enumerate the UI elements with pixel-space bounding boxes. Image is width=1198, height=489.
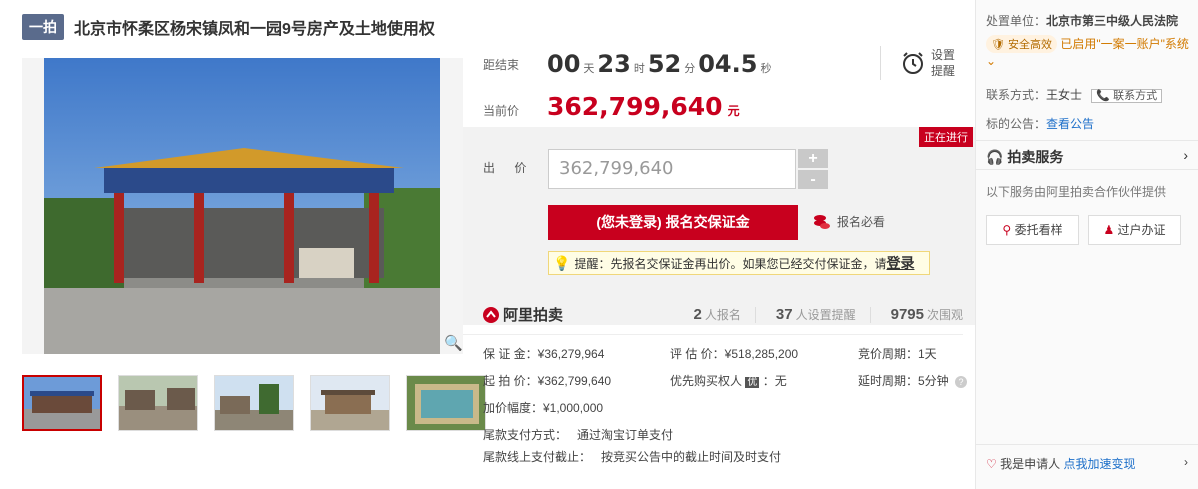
seconds-unit: 秒 — [760, 63, 772, 75]
applicant-row[interactable]: ♡ 我是申请人 点我加速变现 › — [976, 444, 1198, 480]
auction-service-header[interactable]: 🎧 拍卖服务 › — [976, 140, 1198, 170]
page-title: 北京市怀柔区杨宋镇凤和一园9号房产及土地使用权 — [74, 21, 435, 38]
contact-name: 王女士 — [1046, 88, 1083, 102]
deposit: 保 证 金：¥36,279,964 — [483, 347, 605, 361]
contact-button[interactable]: 📞 联系方式 — [1091, 89, 1163, 103]
set-reminder-button[interactable]: 设置 提醒 — [880, 46, 955, 80]
price-unit: 元 — [727, 104, 740, 118]
gate-photo — [44, 58, 440, 354]
court-name: 北京市第三中级人民法院 — [1046, 14, 1179, 28]
chevron-right-icon: › — [1183, 147, 1188, 163]
zoom-icon[interactable]: 🔍 — [444, 334, 463, 352]
countdown-seconds: 04.5 — [698, 50, 758, 78]
tip-text: 提醒：先报名交保证金再出价。如果您已经交付保证金，请 — [574, 256, 887, 271]
notice-row: 标的公告：查看公告 — [986, 117, 1095, 131]
location-icon: ⚲ — [1002, 223, 1012, 237]
final-payment-method: 尾款支付方式： 通过淘宝订单支付 — [483, 428, 674, 442]
decrease-bid-button[interactable]: - — [798, 170, 828, 189]
priority-icon: 优 — [745, 377, 760, 388]
final-payment-deadline: 尾款线上支付截止： 按竞买公告中的截止时间及时支付 — [483, 450, 782, 464]
must-read-link[interactable]: 报名必看 — [813, 213, 885, 230]
alarm-clock-icon — [903, 52, 923, 74]
title-bar: 一拍 北京市怀柔区杨宋镇凤和一园9号房产及土地使用权 — [22, 14, 435, 40]
status-badge: 正在进行 — [919, 127, 973, 147]
headset-icon: 🎧 — [986, 149, 1004, 165]
transfer-title-button[interactable]: ♟ 过户办证 — [1088, 215, 1181, 245]
thumbnail[interactable] — [22, 375, 102, 431]
applicant-icon: ♡ — [986, 457, 997, 471]
thumbnail[interactable] — [118, 375, 198, 431]
ali-auction-logo: 阿里拍卖 — [503, 307, 564, 324]
signup-count: 2 人报名 — [693, 306, 741, 323]
court-row: 处置单位：北京市第三中级人民法院 — [986, 14, 1179, 28]
safe-row: 🛡 安全高效 已启用"一案一账户"系统 — [986, 35, 1189, 53]
register-deposit-button[interactable]: (您未登录) 报名交保证金 — [548, 205, 798, 240]
one-case-one-account-text: 已启用"一案一账户"系统 — [1060, 37, 1189, 51]
thumbnail[interactable] — [406, 375, 486, 431]
ali-stats: 阿里拍卖 2 人报名 37 人设置提醒 9795 次围观 保 证 金：¥36,279,… — [463, 295, 975, 464]
service-title: 拍卖服务 — [1007, 149, 1064, 165]
reminder-label-1: 设置 — [931, 48, 956, 62]
days-unit: 天 — [583, 63, 595, 75]
ali-auction-logo-icon — [483, 306, 499, 323]
help-icon[interactable]: ? — [955, 376, 968, 388]
priority-buyer: 优先购买权人 优 ：无 — [670, 374, 787, 388]
view-notice-link[interactable]: 查看公告 — [1046, 117, 1094, 131]
bid-label: 出 价 — [483, 161, 535, 175]
view-count: 9795 次围观 — [890, 306, 963, 323]
current-price-row: 当前价 362,799,640 元 — [463, 92, 740, 121]
countdown-row: 距结束 00 天 23 时 52 分 04.5 秒 设置 提醒 — [463, 40, 975, 88]
reminder-label-2: 提醒 — [931, 64, 956, 78]
accelerate-link[interactable]: 点我加速变现 — [1063, 457, 1135, 471]
thumbnail[interactable] — [214, 375, 294, 431]
thumbnail[interactable] — [310, 375, 390, 431]
countdown: 00 天 23 时 52 分 04.5 秒 — [547, 50, 774, 78]
countdown-label: 距结束 — [483, 57, 520, 72]
person-icon: ♟ — [1103, 223, 1115, 237]
must-read-label: 报名必看 — [837, 215, 886, 229]
contact-row: 联系方式：王女士 📞 联系方式 — [986, 86, 1163, 103]
countdown-hours: 23 — [597, 50, 631, 78]
lightbulb-icon: 💡 — [553, 254, 571, 271]
bidding-period: 竞价周期：1天 — [858, 347, 937, 361]
bid-increment: 加价幅度：¥1,000,000 — [483, 401, 604, 415]
chevron-down-icon[interactable]: ⌄ — [986, 54, 996, 68]
reminder-count: 37 人设置提醒 — [775, 306, 856, 323]
countdown-minutes: 52 — [647, 50, 682, 78]
increase-bid-button[interactable]: + — [798, 149, 828, 168]
login-tip: 💡 提醒：先报名交保证金再出价。如果您已经交付保证金，请 登录 — [548, 251, 930, 275]
hours-unit: 时 — [633, 63, 645, 75]
right-sidebar: 处置单位：北京市第三中级人民法院 🛡 安全高效 已启用"一案一账户"系统 ⌄ 联… — [975, 0, 1198, 489]
extension-period: 延时周期：5分钟 ? — [858, 372, 968, 389]
bid-input[interactable]: 362,799,640 — [548, 149, 796, 189]
current-price-label: 当前价 — [483, 104, 520, 118]
current-price: 362,799,640 — [547, 92, 723, 121]
thumbnail-strip — [22, 375, 486, 431]
appraisal-price: 评 估 价：¥518,285,200 — [670, 347, 799, 361]
ali-stats-header: 阿里拍卖 2 人报名 37 人设置提醒 9795 次围观 — [463, 295, 963, 335]
login-link[interactable]: 登录 — [886, 253, 914, 273]
safe-badge: 🛡 安全高效 — [986, 35, 1058, 53]
chevron-right-icon: › — [1184, 455, 1188, 469]
coins-icon — [814, 214, 830, 229]
minutes-unit: 分 — [684, 63, 696, 75]
main-image[interactable] — [22, 58, 463, 354]
service-desc: 以下服务由阿里拍卖合作伙伴提供 — [986, 185, 1167, 199]
auction-round-tag: 一拍 — [22, 14, 64, 40]
countdown-days: 00 — [547, 50, 581, 78]
entrust-viewing-button[interactable]: ⚲ 委托看样 — [986, 215, 1079, 245]
applicant-label: 我是申请人 — [1000, 457, 1061, 471]
start-price: 起 拍 价：¥362,799,640 — [483, 374, 612, 388]
